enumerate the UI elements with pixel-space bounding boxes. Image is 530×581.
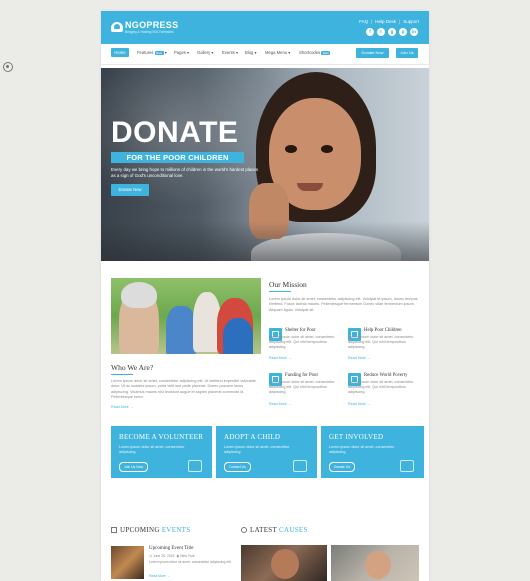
about-read-more-link[interactable]: Read More → — [111, 405, 133, 409]
event-read-more-link[interactable]: Read More → — [149, 574, 170, 578]
help-desk-link[interactable]: Help Desk — [375, 19, 396, 24]
settings-gear-icon[interactable] — [3, 62, 13, 72]
mission-read-more-link[interactable]: Read More → — [348, 402, 370, 406]
mission-item-text: Lorem ipsum dolor sit amet, consectetur … — [269, 380, 335, 395]
new-badge: New — [321, 51, 331, 55]
join-us-button[interactable]: Join Us — [396, 48, 418, 58]
website-page: NGOPRESS Bringing & Hosting NGO Websites… — [101, 11, 429, 581]
nav-item-features[interactable]: Features New ▾ — [137, 50, 167, 55]
mission-item-text: Lorem ipsum dolor sit amet, consectetur … — [348, 335, 414, 350]
cta-text: Lorem ipsum dolor sit amet, consectetur … — [329, 445, 395, 455]
event-text: Lorem ipsum dolor sit amet, consectetur … — [149, 560, 232, 564]
cause-photo-2[interactable] — [331, 545, 419, 581]
mission-read-more-link[interactable]: Read More → — [348, 356, 370, 360]
cta-title: GET INVOLVED — [329, 433, 384, 441]
get-involved-card: GET INVOLVED Lorem ipsum dolor sit amet,… — [321, 426, 424, 478]
logo-icon[interactable] — [111, 22, 123, 32]
mission-item-title[interactable]: Shelter for Poor — [285, 328, 316, 333]
nav-item-blog[interactable]: Blog ▾ — [245, 50, 257, 55]
google-plus-icon[interactable]: g — [388, 28, 396, 36]
hero-subtitle: FOR THE POOR CHILDREN — [111, 152, 244, 163]
cta-text: Lorem ipsum dolor sit amet, consectetur … — [119, 445, 185, 455]
nav-item-mega-menu[interactable]: Mega Menu ▾ — [265, 50, 290, 55]
cause-icon — [241, 527, 247, 533]
header-bar: NGOPRESS Bringing & Hosting NGO Websites… — [101, 11, 429, 44]
tools-icon — [400, 460, 414, 472]
mission-item-title[interactable]: Reduce World Poverty — [364, 373, 408, 378]
calendar-icon — [111, 527, 117, 533]
mission-title: Our Mission — [269, 280, 307, 289]
contact-us-button[interactable]: Contact Us — [224, 462, 251, 472]
nav-item-pages[interactable]: Pages ▾ — [174, 50, 189, 55]
donate-us-button[interactable]: Donate Us — [329, 462, 356, 472]
pinterest-icon[interactable]: p — [399, 28, 407, 36]
about-text: Lorem ipsum dolor sit amet, consectetur … — [111, 379, 256, 400]
mission-read-more-link[interactable]: Read More → — [269, 356, 291, 360]
volunteers-photo — [111, 278, 261, 354]
join-us-now-button[interactable]: Join Us Now — [119, 462, 149, 472]
cause-photo-1[interactable] — [241, 545, 327, 581]
top-links: FAQ | Help Desk | Support — [359, 19, 419, 24]
volunteer-card: BECOME A VOLUNTEER Lorem ipsum dolor sit… — [111, 426, 212, 478]
adopt-child-card: ADOPT A CHILD Lorem ipsum dolor sit amet… — [216, 426, 317, 478]
about-title: Who We Are? — [111, 363, 154, 372]
nav-item-home[interactable]: Home — [111, 48, 129, 57]
mission-text: Lorem ipsum dolor sit amet, consectetur … — [269, 297, 418, 312]
main-nav: Home Features New ▾ Pages ▾ Gallery ▾ Eve… — [101, 44, 429, 65]
faq-link[interactable]: FAQ — [359, 19, 368, 24]
donate-now-button[interactable]: Donate Now — [356, 48, 389, 58]
nav-item-events[interactable]: Events ▾ — [222, 50, 238, 55]
cta-title: ADOPT A CHILD — [224, 433, 281, 441]
causes-heading: LATEST CAUSES — [250, 526, 308, 534]
twitter-icon[interactable]: t — [377, 28, 385, 36]
mission-item-title[interactable]: Help Poor Children — [364, 328, 402, 333]
mission-item-title[interactable]: Funding for Poor — [285, 373, 318, 378]
hero-donate-button[interactable]: Donate Now — [111, 184, 149, 196]
facebook-icon[interactable]: f — [366, 28, 374, 36]
event-title[interactable]: Upcoming Event Title — [149, 546, 193, 551]
hero-text: Every day we bring hope to millions of c… — [111, 167, 259, 179]
hero-title: DONATE — [111, 116, 239, 149]
hero-banner: DONATE FOR THE POOR CHILDREN Every day w… — [101, 68, 429, 261]
logo-text[interactable]: NGOPRESS — [125, 20, 178, 30]
nav-item-shortcodes[interactable]: Shortcodes New — [299, 50, 331, 55]
social-icons: f t g p in — [366, 28, 418, 36]
new-badge: New — [154, 51, 164, 55]
mission-item-text: Lorem ipsum dolor sit amet, consectetur … — [269, 335, 335, 350]
support-link[interactable]: Support — [403, 19, 419, 24]
events-heading: UPCOMING EVENTS — [120, 526, 191, 534]
linkedin-icon[interactable]: in — [410, 28, 418, 36]
hand-heart-icon — [293, 460, 307, 472]
mission-read-more-link[interactable]: Read More → — [269, 402, 291, 406]
mission-item-text: Lorem ipsum dolor sit amet, consectetur … — [348, 380, 414, 395]
event-meta: ◷ June 25, 2015 ◉ New York — [149, 554, 195, 558]
cta-title: BECOME A VOLUNTEER — [119, 433, 204, 441]
nav-item-gallery[interactable]: Gallery ▾ — [197, 50, 214, 55]
handshake-icon — [188, 460, 202, 472]
cta-text: Lorem ipsum dolor sit amet, consectetur … — [224, 445, 290, 455]
logo-tagline: Bringing & Hosting NGO Websites — [125, 30, 174, 34]
event-thumbnail[interactable] — [111, 546, 144, 579]
